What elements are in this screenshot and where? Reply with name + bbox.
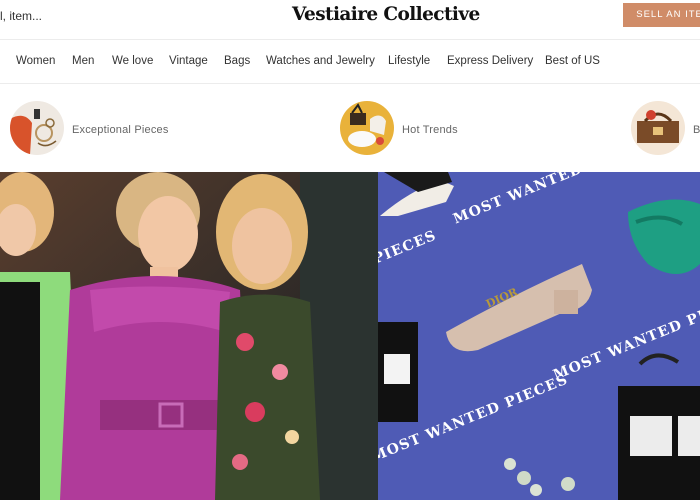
main-nav: Women Men We love Vintage Bags Watches a… bbox=[0, 40, 700, 84]
category-strip: Exceptional Pieces Hot Trends B bbox=[0, 84, 700, 172]
hot-trends-icon bbox=[340, 101, 394, 155]
category-thumbnail[interactable] bbox=[631, 101, 685, 155]
site-logo[interactable]: Vestiaire Collective bbox=[292, 4, 480, 25]
nav-item-lifestyle[interactable]: Lifestyle bbox=[388, 55, 430, 67]
nav-item-we-love[interactable]: We love bbox=[112, 55, 153, 67]
category-label-partial[interactable]: B bbox=[693, 124, 700, 136]
nav-item-vintage[interactable]: Vintage bbox=[169, 55, 208, 67]
search-input[interactable]: l, item... bbox=[0, 9, 42, 23]
category-label-exceptional[interactable]: Exceptional Pieces bbox=[72, 124, 169, 136]
category-icon bbox=[631, 101, 685, 155]
exceptional-pieces-thumbnail[interactable] bbox=[10, 101, 64, 155]
nav-item-watches-jewelry[interactable]: Watches and Jewelry bbox=[266, 55, 375, 67]
nav-item-best-of-us[interactable]: Best of US bbox=[545, 55, 600, 67]
category-label-hot-trends[interactable]: Hot Trends bbox=[402, 124, 458, 136]
nav-item-women[interactable]: Women bbox=[16, 55, 55, 67]
hero-women-image bbox=[0, 172, 378, 500]
sell-item-button[interactable]: SELL AN ITEM bbox=[623, 3, 700, 27]
exceptional-pieces-icon bbox=[10, 101, 64, 155]
nav-item-men[interactable]: Men bbox=[72, 55, 94, 67]
nav-item-bags[interactable]: Bags bbox=[224, 55, 250, 67]
hero-banner-most-wanted[interactable]: DIOR PIECES MOST WANTED PIECES MOST WANT… bbox=[378, 172, 700, 500]
hot-trends-thumbnail[interactable] bbox=[340, 101, 394, 155]
site-header: l, item... Vestiaire Collective SELL AN … bbox=[0, 0, 700, 40]
nav-item-express-delivery[interactable]: Express Delivery bbox=[447, 55, 533, 67]
hero-banner-women[interactable] bbox=[0, 172, 378, 500]
